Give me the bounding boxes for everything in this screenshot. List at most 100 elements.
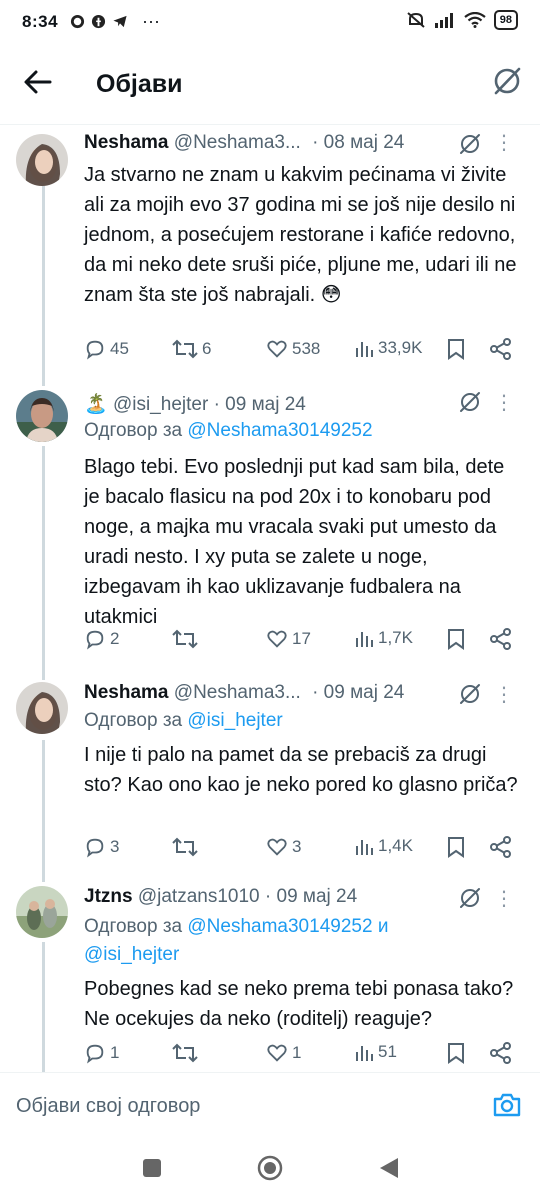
heart-icon [267, 340, 287, 358]
retweet-icon [172, 629, 198, 649]
retweet-icon [172, 339, 198, 359]
tweet-date: · 08 мај 24 [312, 132, 405, 153]
reply-icon [86, 340, 104, 360]
like-count: 3 [292, 837, 302, 856]
views-icon [356, 342, 373, 357]
facebook-icon [91, 14, 106, 29]
more-options-icon[interactable]: ⋮ [494, 886, 514, 911]
bookmark-icon [448, 837, 464, 858]
tweet-text: I nije ti palo na pamet da se prebaciš z… [84, 744, 518, 796]
reply-to: Одговор за @Neshama30149252 и [84, 916, 388, 938]
grok-icon[interactable] [458, 886, 482, 910]
reply-input[interactable]: Објави свој одговор [16, 1095, 200, 1118]
share-icon [490, 628, 511, 650]
grok-icon[interactable] [458, 390, 482, 414]
status-bar: 8:34 ··· 98 [0, 0, 540, 44]
reply-to-link[interactable]: @Neshama30149252 [187, 420, 372, 441]
views-button[interactable]: 1,7K [354, 628, 413, 648]
views-button[interactable]: 33,9K [354, 338, 422, 358]
bookmark-button[interactable] [446, 1042, 466, 1064]
reply-prefix: Одговор за [84, 420, 183, 441]
reply-button[interactable]: 1 [84, 1042, 119, 1064]
home-icon[interactable] [256, 1154, 284, 1182]
profile-emoji: 🏝️ [84, 394, 108, 415]
tweet[interactable]: Neshama @Neshama3... · 08 мај 24 ⋮ Ja st… [0, 130, 540, 375]
grok-icon[interactable] [492, 66, 522, 96]
recent-apps-icon[interactable] [142, 1158, 162, 1178]
author-handle[interactable]: @Neshama3... [174, 132, 301, 153]
reply-to: Одговор за @Neshama30149252 [84, 420, 373, 442]
like-button[interactable]: 1 [266, 1042, 301, 1064]
reply-count: 45 [110, 339, 129, 358]
reply-and: и [377, 916, 389, 937]
tweet-date: · 09 мај 24 [312, 682, 405, 703]
tweet-header: 🏝️ @isi_hejter · 09 мај 24 [84, 392, 520, 418]
avatar[interactable] [16, 886, 68, 938]
reply-count: 2 [110, 629, 120, 648]
views-count: 1,4K [378, 836, 413, 855]
heart-icon [267, 1044, 287, 1062]
system-nav-bar [0, 1136, 540, 1200]
tweet-date: · 09 мај 24 [264, 886, 358, 907]
reply-to: Одговор за @isi_hejter [84, 710, 283, 732]
heart-icon [267, 630, 287, 648]
author-handle[interactable]: @isi_hejter [113, 394, 208, 415]
reply-icon [86, 838, 104, 858]
bookmark-button[interactable] [446, 628, 466, 650]
author-name[interactable]: Neshama [84, 132, 169, 153]
reply-button[interactable]: 2 [84, 628, 119, 650]
reply-button[interactable]: 3 [84, 836, 119, 858]
reply-to-link[interactable]: @isi_hejter [187, 710, 282, 731]
tweet[interactable]: Neshama @Neshama3... · 09 мај 24 ⋮ Одгов… [0, 682, 540, 872]
reply-prefix: Одговор за [84, 710, 183, 731]
reply-button[interactable]: 45 [84, 338, 129, 360]
author-handle[interactable]: @Neshama3... [174, 682, 301, 703]
views-icon [356, 632, 373, 647]
retweet-button[interactable] [172, 628, 202, 650]
tweet[interactable]: 🏝️ @isi_hejter · 09 мај 24 ⋮ Одговор за … [0, 390, 540, 670]
views-count: 1,7K [378, 628, 413, 647]
share-button[interactable] [490, 1042, 512, 1064]
status-time: 8:34 [22, 12, 59, 31]
avatar[interactable] [16, 390, 68, 442]
bookmark-button[interactable] [446, 338, 466, 360]
like-count: 1 [292, 1043, 302, 1062]
retweet-button[interactable] [172, 836, 202, 858]
more-options-icon[interactable]: ⋮ [494, 130, 514, 155]
grok-icon[interactable] [458, 132, 482, 156]
telegram-icon [113, 15, 127, 28]
bookmark-button[interactable] [446, 836, 466, 858]
tweet-actions: 2 17 1,7K [84, 628, 520, 658]
retweet-button[interactable] [172, 1042, 202, 1064]
reply-composer[interactable]: Објави свој одговор [0, 1072, 540, 1137]
like-button[interactable]: 3 [266, 836, 301, 858]
reply-count: 3 [110, 837, 120, 856]
reply-prefix: Одговор за [84, 916, 183, 937]
author-name[interactable]: Jtzns [84, 886, 133, 907]
author-name[interactable]: Neshama [84, 682, 169, 703]
more-options-icon[interactable]: ⋮ [494, 390, 514, 415]
avatar[interactable] [16, 134, 68, 186]
reply-count: 1 [110, 1043, 120, 1062]
back-nav-icon[interactable] [378, 1156, 400, 1180]
grok-icon[interactable] [458, 682, 482, 706]
more-options-icon[interactable]: ⋮ [494, 682, 514, 707]
views-button[interactable]: 51 [354, 1042, 397, 1062]
author-handle[interactable]: @jatzans1010 [138, 886, 260, 907]
share-button[interactable] [490, 628, 512, 650]
share-button[interactable] [490, 836, 512, 858]
share-button[interactable] [490, 338, 512, 360]
views-button[interactable]: 1,4K [354, 836, 413, 856]
tweet-actions: 45 6 538 33,9K [84, 338, 520, 368]
reply-to-line-2: @isi_hejter [84, 944, 179, 966]
views-count: 33,9K [378, 338, 423, 357]
camera-icon[interactable] [492, 1091, 522, 1119]
tweet[interactable]: Jtzns @jatzans1010 · 09 мај 24 ⋮ Одговор… [0, 886, 540, 1072]
like-button[interactable]: 17 [266, 628, 311, 650]
like-button[interactable]: 538 [266, 338, 320, 360]
back-arrow-icon[interactable] [22, 66, 54, 98]
reply-to-link[interactable]: @isi_hejter [84, 944, 179, 965]
retweet-button[interactable]: 6 [172, 338, 211, 360]
avatar[interactable] [16, 682, 68, 734]
reply-to-link[interactable]: @Neshama30149252 [187, 916, 372, 937]
